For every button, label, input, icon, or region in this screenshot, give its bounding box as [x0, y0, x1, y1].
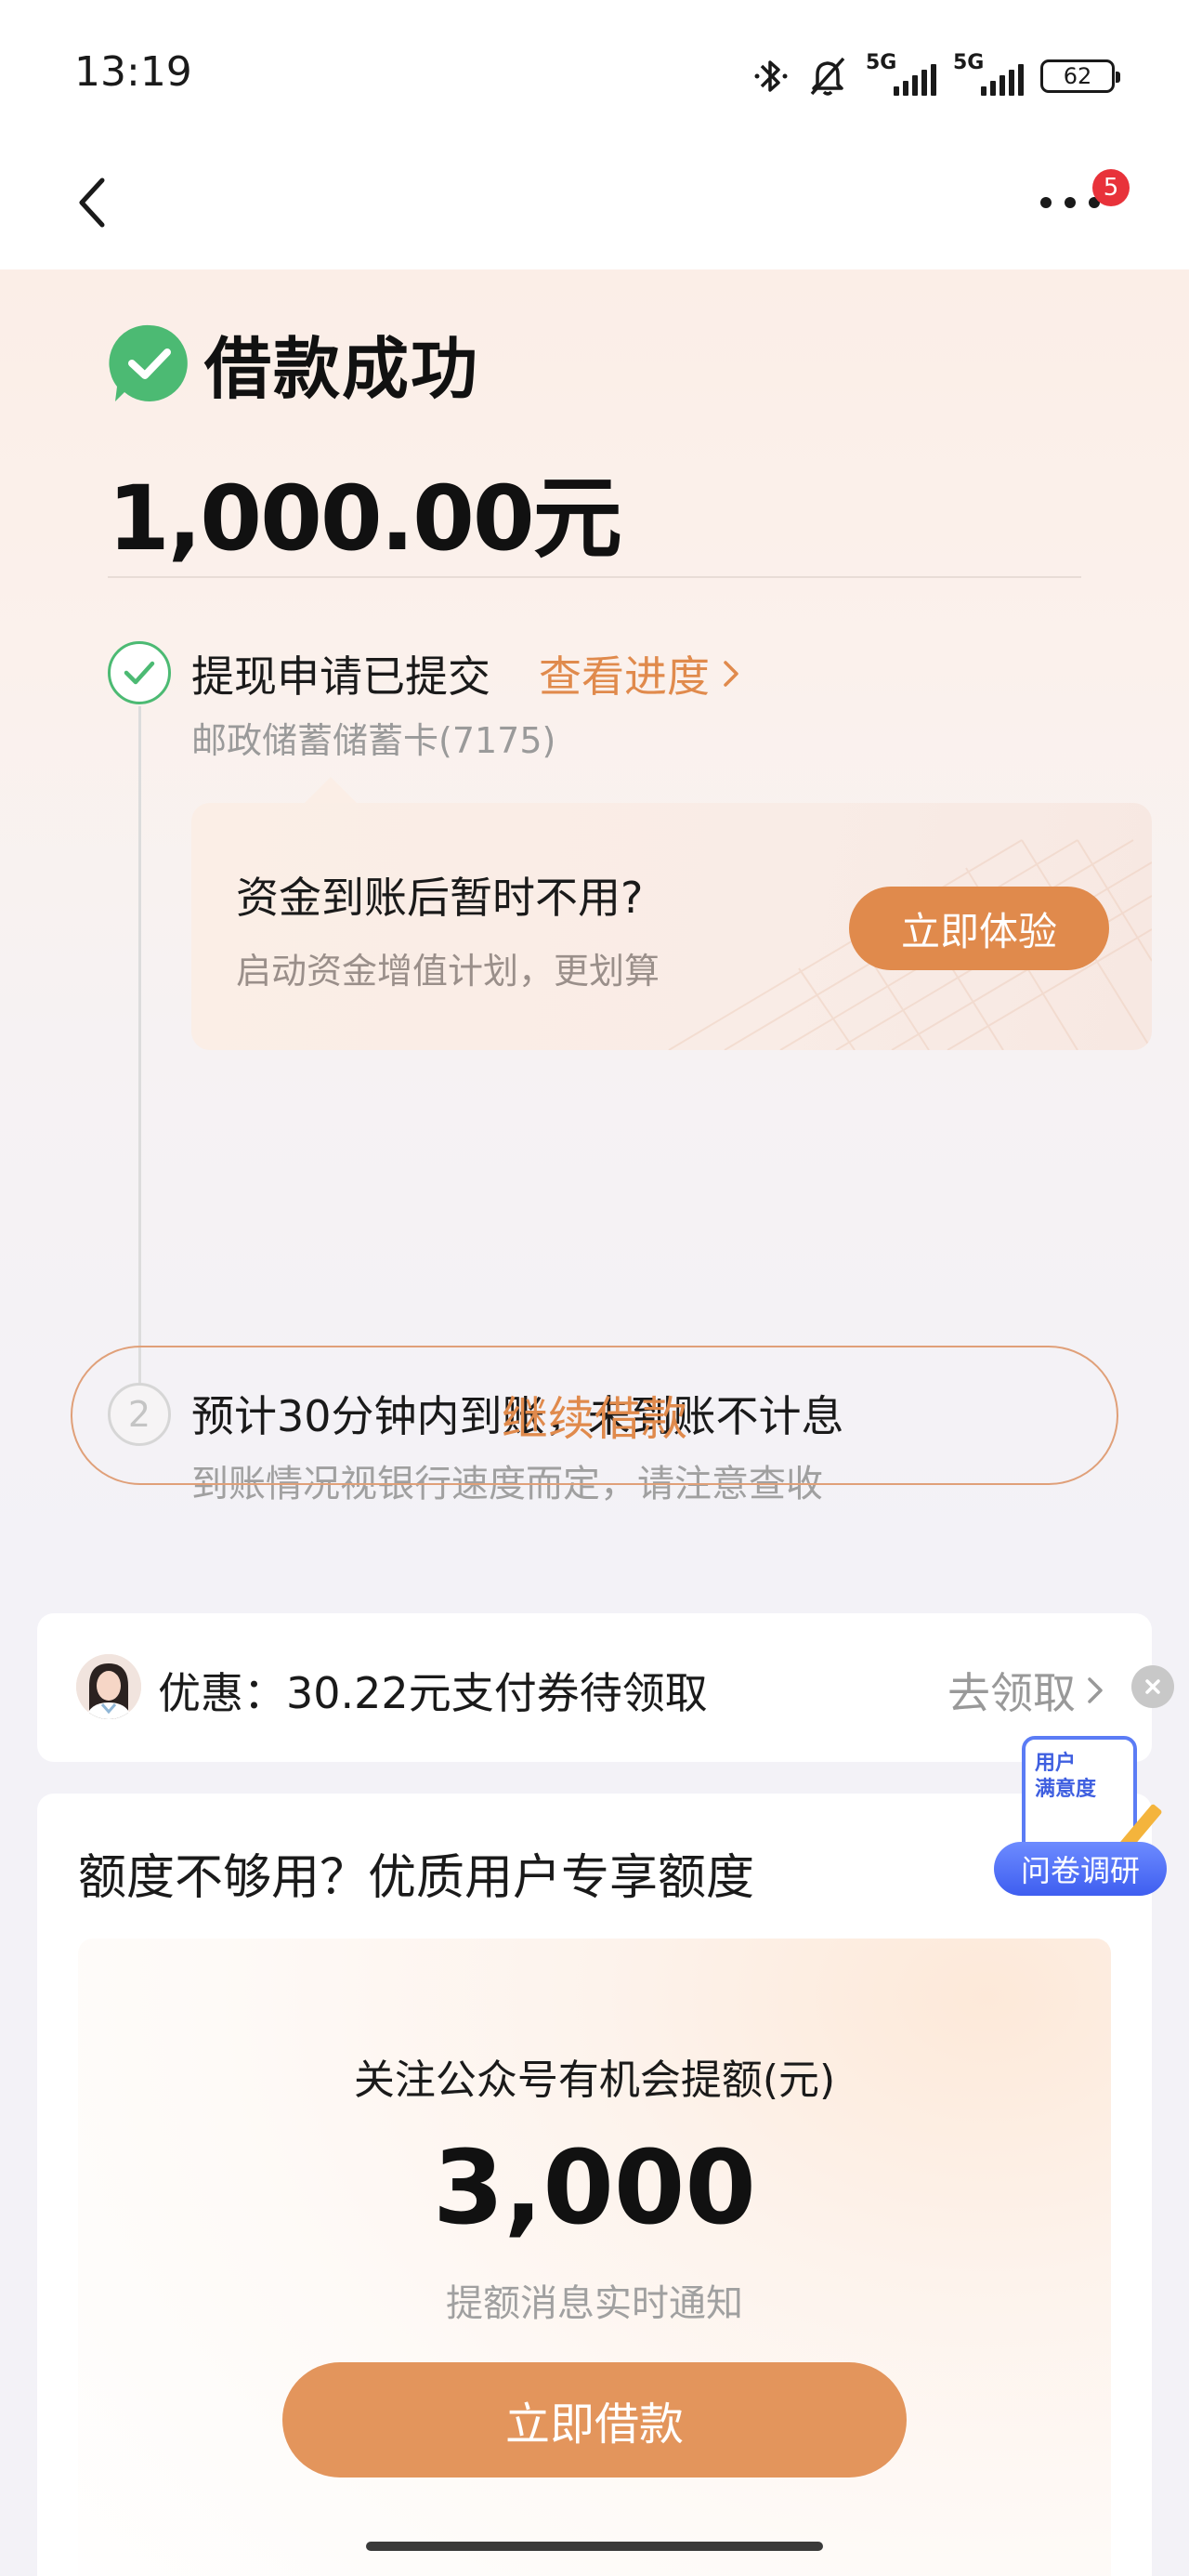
- success-check-icon: [109, 324, 188, 401]
- coupon-card: 优惠：30.22元支付券待领取 去领取: [37, 1613, 1152, 1762]
- survey-paper-line1: 用户: [1035, 1752, 1077, 1775]
- bluetooth-icon: [752, 55, 790, 98]
- nav-bar: 5: [0, 139, 1189, 269]
- divider: [108, 576, 1081, 578]
- home-indicator[interactable]: [366, 2542, 823, 2551]
- quota-amount: 3,000: [433, 2128, 756, 2247]
- promo-title: 资金到账后暂时不用?: [236, 873, 644, 923]
- success-title: 借款成功: [204, 330, 480, 408]
- view-progress-link[interactable]: 查看进度: [539, 643, 739, 704]
- quota-label: 关注公众号有机会提额(元): [353, 2057, 836, 2104]
- chevron-right-icon: [1088, 1677, 1103, 1703]
- timeline-line: [138, 706, 141, 1385]
- wealth-promo-card: 资金到账后暂时不用? 启动资金增值计划，更划算 立即体验: [191, 803, 1152, 1050]
- chevron-left-icon: [79, 177, 105, 228]
- survey-float-button[interactable]: 用户 满意度 问卷调研: [994, 1736, 1172, 1903]
- step-done-icon: [108, 641, 171, 704]
- view-progress-label: 查看进度: [539, 651, 710, 702]
- quota-heading: 额度不够用？优质用户专享额度: [78, 1850, 755, 1906]
- notification-badge: 5: [1092, 169, 1130, 206]
- signal-icon: 5G: [866, 53, 936, 99]
- quota-note: 提额消息实时通知: [446, 2282, 743, 2325]
- success-header: 借款成功: [108, 314, 479, 412]
- borrow-now-button[interactable]: 立即借款: [282, 2362, 907, 2477]
- survey-paper-line2: 满意度: [1035, 1778, 1097, 1801]
- battery-level: 62: [1063, 63, 1092, 89]
- signal-label: 5G: [866, 51, 897, 74]
- back-button[interactable]: [56, 165, 130, 240]
- status-icons: 5G 5G 62: [752, 50, 1120, 102]
- bank-account: 邮政储蓄储蓄卡(7175): [191, 720, 556, 761]
- more-button[interactable]: 5: [1026, 160, 1137, 243]
- survey-label: 问卷调研: [994, 1842, 1167, 1896]
- signal-label: 5G: [953, 51, 985, 74]
- avatar: [76, 1654, 141, 1719]
- close-icon: [1145, 1679, 1160, 1694]
- close-coupon-button[interactable]: [1131, 1665, 1174, 1708]
- quota-offer-panel: 关注公众号有机会提额(元) 3,000 提额消息实时通知 立即借款: [78, 1939, 1111, 2576]
- claim-coupon-link[interactable]: 去领取: [947, 1660, 1104, 1721]
- continue-borrow-button[interactable]: 继续借款: [71, 1346, 1118, 1485]
- quota-card: 额度不够用？优质用户专享额度 关注公众号有机会提额(元) 3,000 提额消息实…: [37, 1794, 1152, 2576]
- signal-icon: 5G: [953, 53, 1024, 99]
- coupon-text: 优惠：30.22元支付券待领取: [158, 1668, 708, 1718]
- battery-icon: 62: [1040, 59, 1120, 93]
- mute-bell-icon: [806, 55, 849, 98]
- claim-label: 去领取: [947, 1668, 1076, 1718]
- survey-paper-text: 用户 满意度: [1035, 1751, 1096, 1803]
- promo-pointer: [303, 777, 359, 805]
- chevron-right-icon: [724, 661, 738, 687]
- try-now-button[interactable]: 立即体验: [849, 887, 1109, 970]
- survey-paper-icon: 用户 满意度: [1022, 1736, 1137, 1857]
- status-bar: 13:19 5G 5G 62: [0, 0, 1189, 139]
- step1-title: 提现申请已提交: [191, 651, 490, 702]
- loan-success-page: 13:19 5G 5G 62 5 借款成功 1,000.00元 提现申请已提交 …: [0, 0, 1189, 2576]
- loan-amount: 1,000.00元: [108, 467, 622, 571]
- status-time: 13:19: [74, 48, 192, 96]
- more-dots-icon: [1040, 197, 1100, 208]
- promo-subtitle: 启动资金增值计划，更划算: [236, 951, 660, 992]
